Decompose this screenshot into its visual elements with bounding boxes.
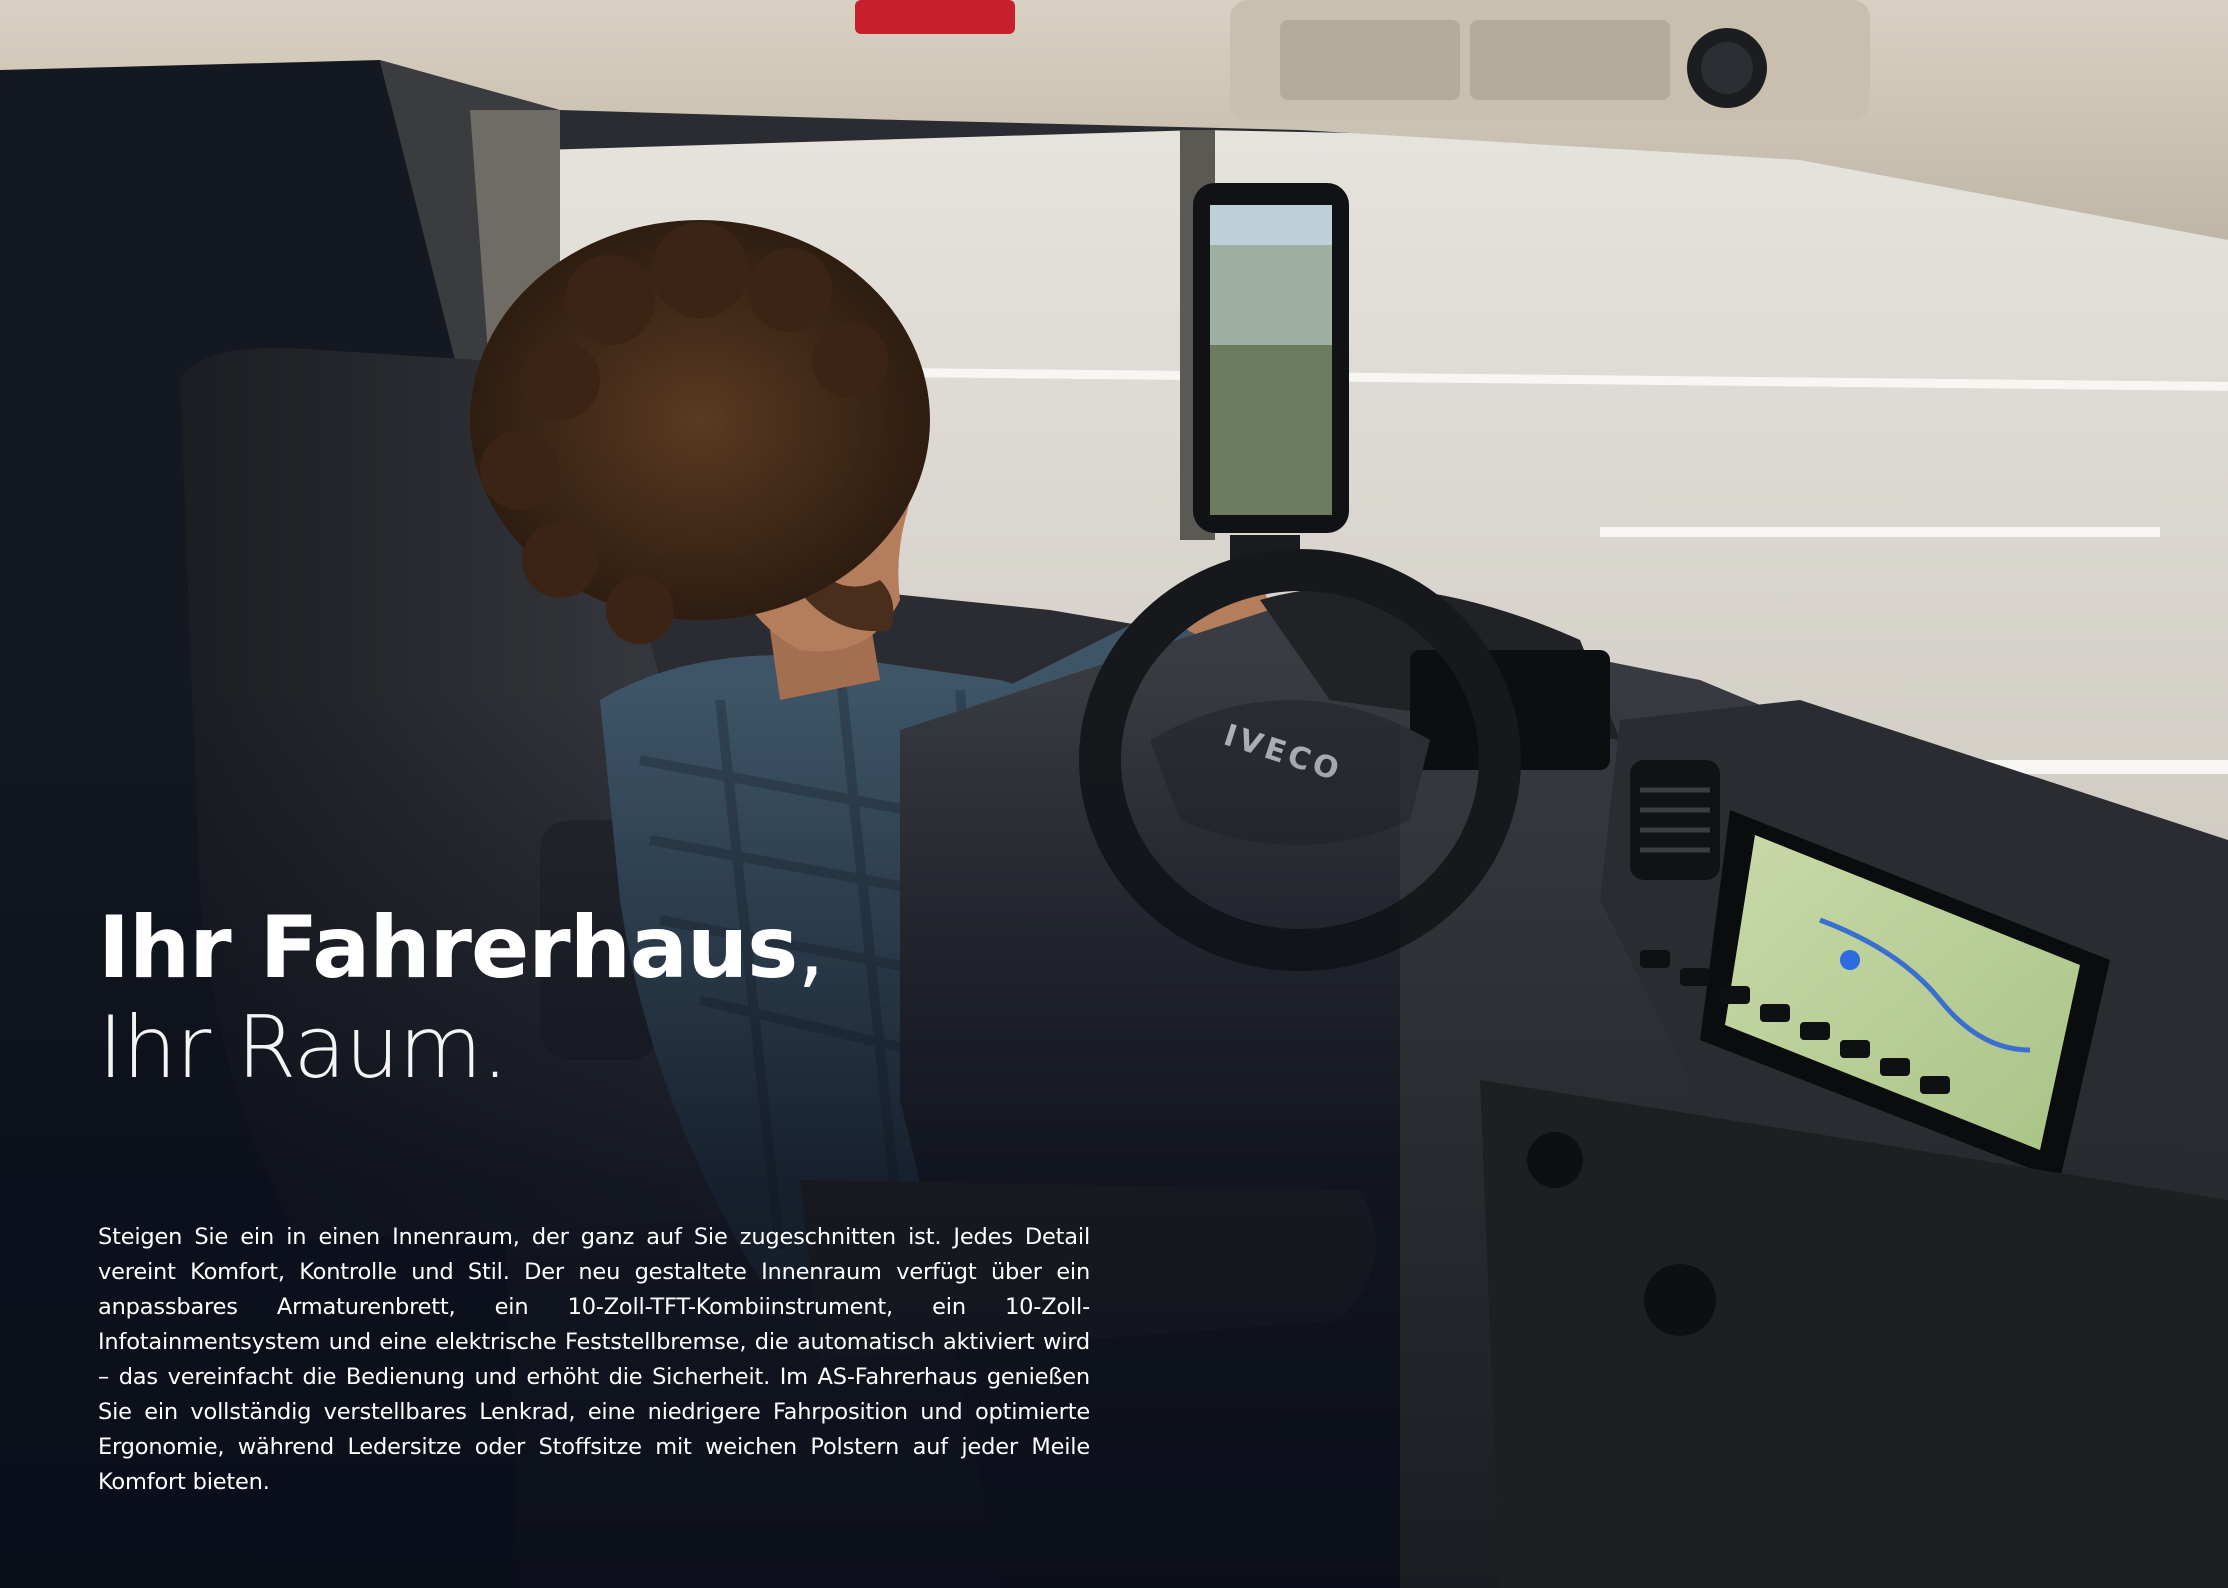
headline-line-1: Ihr Fahrerhaus, xyxy=(98,905,825,991)
headline-comma: , xyxy=(797,898,824,998)
body-paragraph: Steigen Sie ein in einen Innenraum, der … xyxy=(98,1224,1090,1495)
headline-line-2: Ihr Raum. xyxy=(98,998,509,1098)
page-headline: Ihr Fahrerhaus, Ihr Raum. xyxy=(98,905,825,1098)
brochure-page: IVECO Ihr Fahrerhaus, Ihr Raum. Steigen … xyxy=(0,0,2228,1588)
headline-bold-text: Ihr Fahrerhaus xyxy=(98,898,798,998)
